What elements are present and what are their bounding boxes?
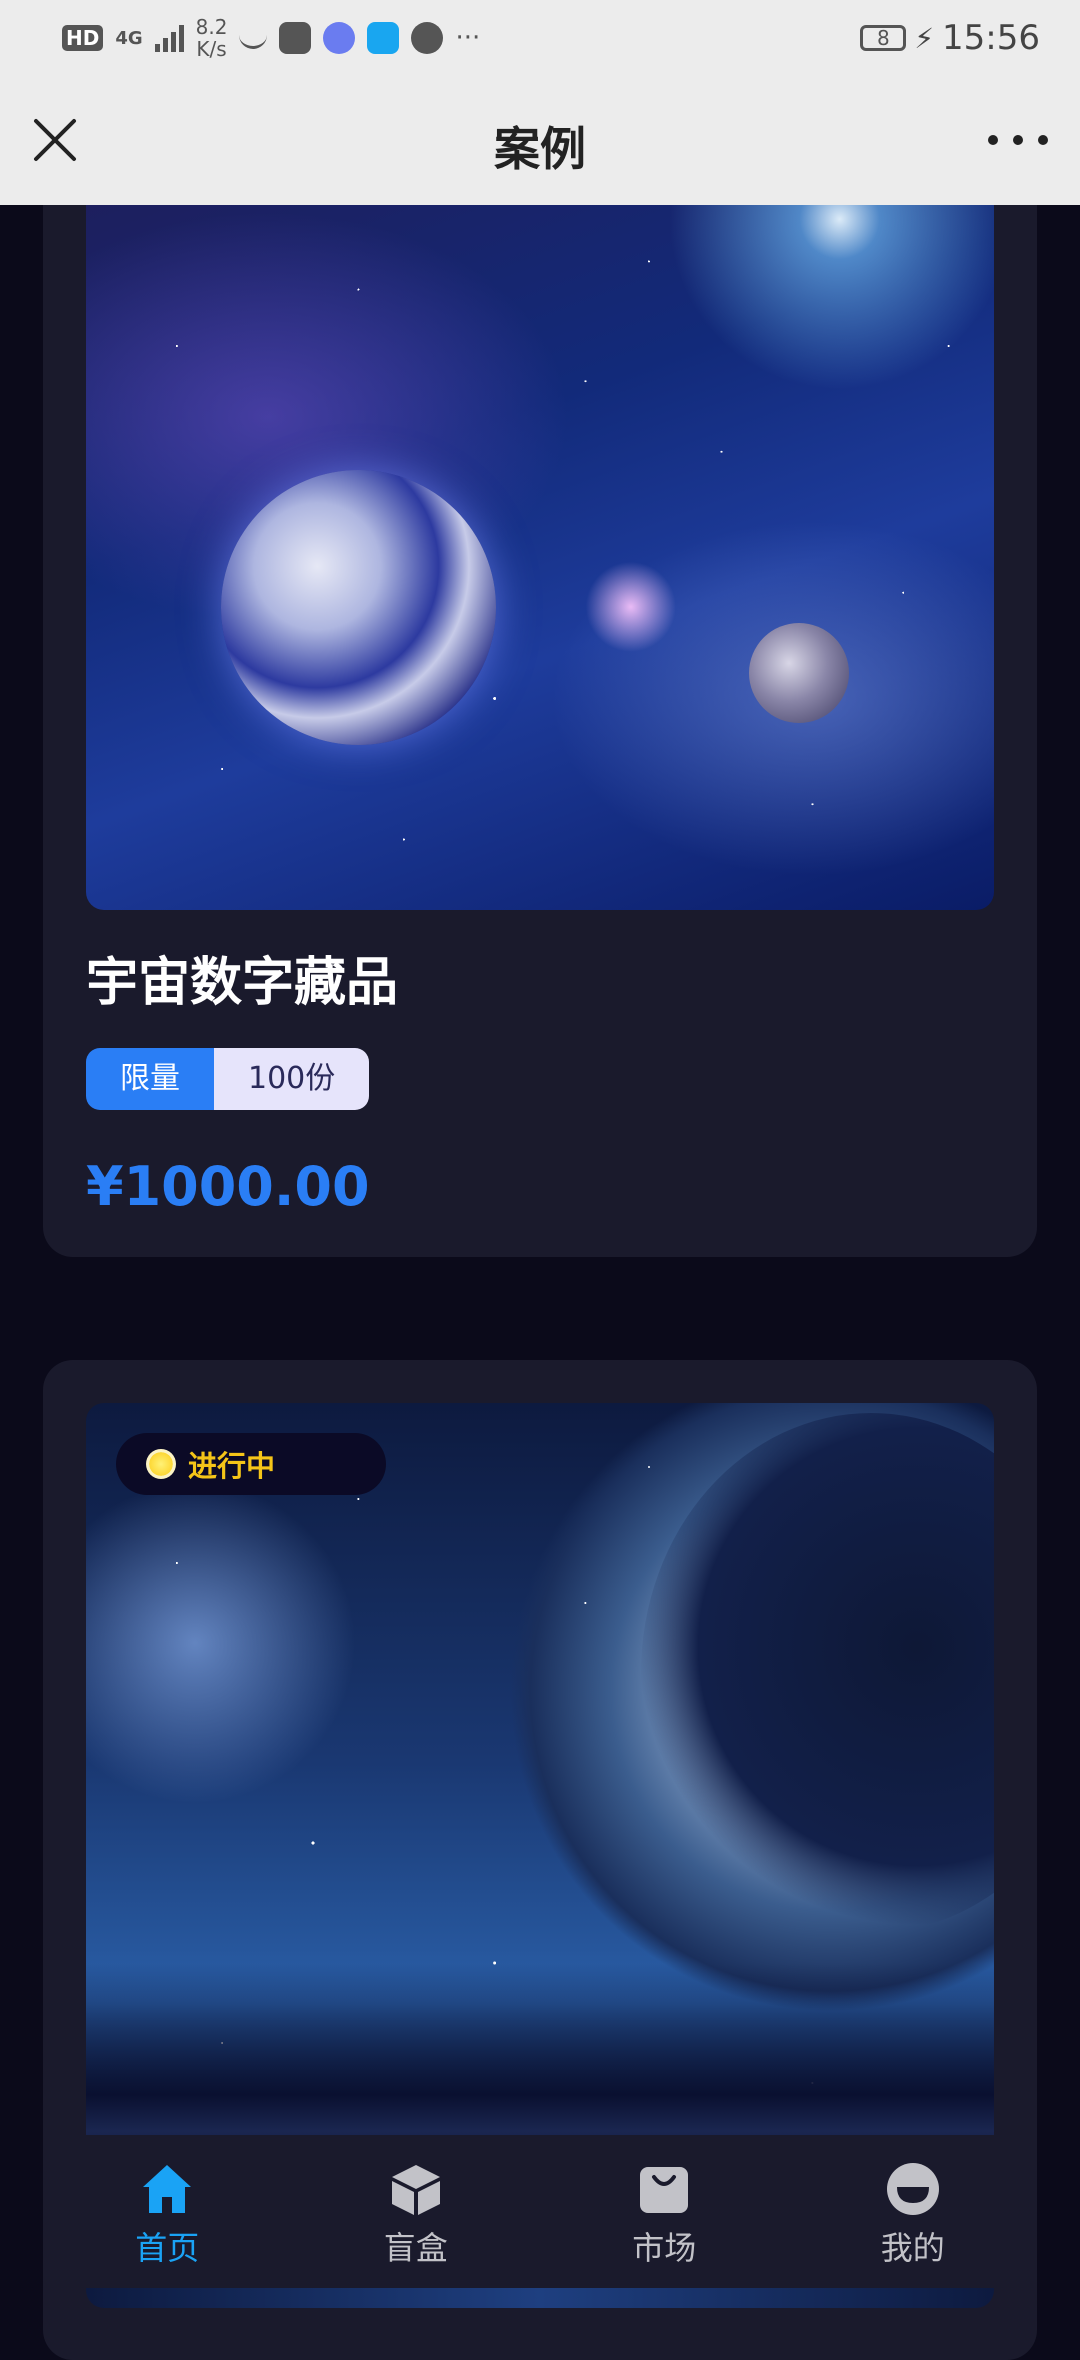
- music-app-icon: [323, 22, 356, 54]
- status-dot-icon: [146, 1449, 176, 1479]
- tab-profile[interactable]: 我的: [823, 2161, 1003, 2269]
- tab-blindbox[interactable]: 盲盒: [326, 2161, 506, 2269]
- network-speed: 8.2 K/s: [196, 16, 228, 60]
- tab-profile-label: 我的: [880, 2229, 945, 2267]
- product-image: [86, 205, 994, 910]
- product-price: ¥1000.00: [86, 1155, 370, 1218]
- huawei-app-icon: [279, 22, 312, 54]
- limited-tag: 限量 100份: [86, 1048, 370, 1110]
- tab-market[interactable]: 市场: [574, 2161, 754, 2269]
- hd-indicator: HD: [62, 25, 104, 51]
- bag-icon: [640, 2167, 689, 2213]
- search-app-icon: [367, 22, 400, 54]
- tab-market-label: 市场: [632, 2229, 697, 2267]
- planet-graphic: [221, 470, 496, 745]
- home-icon: [143, 2165, 192, 2213]
- status-text: 进行中: [188, 1449, 276, 1483]
- product-card[interactable]: 宇宙数字藏品 限量 100份 ¥1000.00: [43, 205, 1037, 1257]
- box-icon: [391, 2165, 440, 2215]
- status-bar: HD 4G 8.2 K/s ··· 8 ⚡ 15:56: [0, 0, 1080, 75]
- next-card-image-peek: [86, 2288, 994, 2308]
- product-title: 宇宙数字藏品: [86, 953, 399, 1013]
- charging-icon: ⚡: [914, 21, 935, 55]
- clock: 15:56: [942, 18, 1040, 58]
- page-title: 案例: [494, 122, 586, 176]
- product-image: 进行中: [86, 1403, 994, 2203]
- speed-value: 8.2: [195, 15, 228, 39]
- bottom-tab-bar: 首页 盲盒 市场 我的: [43, 2135, 1037, 2295]
- more-notifications-icon: ···: [455, 23, 481, 53]
- nav-bar: 案例: [0, 75, 1080, 205]
- more-options-icon[interactable]: [988, 130, 1048, 150]
- battery-icon: 8: [860, 25, 907, 51]
- tab-home-label: 首页: [135, 2229, 200, 2267]
- signal-icon: [154, 24, 184, 52]
- network-type: 4G: [115, 27, 143, 49]
- limited-quantity: 100份: [214, 1048, 370, 1110]
- missed-call-icon: [239, 28, 268, 49]
- small-planet-graphic: [749, 623, 849, 723]
- profile-icon: [886, 2163, 939, 2215]
- browser-app-icon: [411, 22, 444, 54]
- tab-blindbox-label: 盲盒: [383, 2229, 448, 2267]
- limited-label: 限量: [86, 1048, 214, 1110]
- tab-home[interactable]: 首页: [77, 2161, 257, 2269]
- speed-unit: K/s: [196, 37, 227, 61]
- status-badge: 进行中: [116, 1433, 386, 1495]
